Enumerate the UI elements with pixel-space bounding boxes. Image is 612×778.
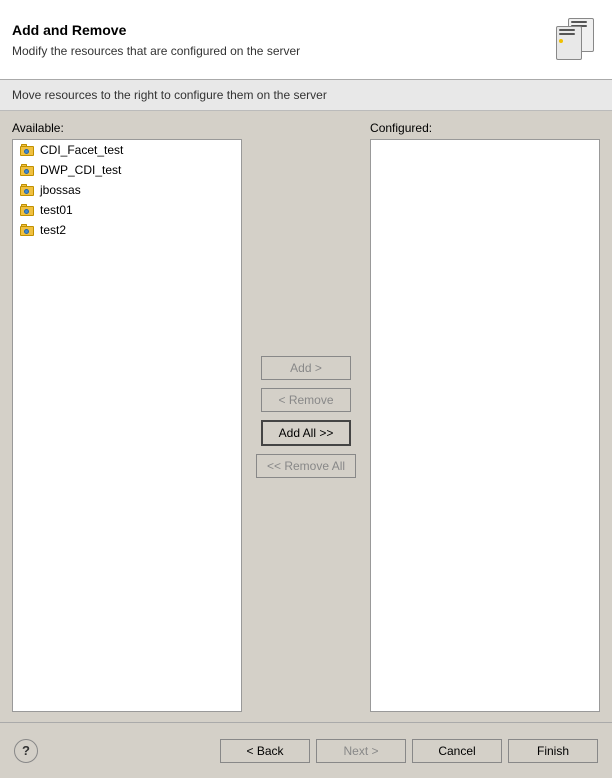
available-section: Available: CDI_Facet_test DWP_CDI_testjbo…	[12, 121, 242, 712]
server-line-3	[559, 29, 575, 31]
available-list[interactable]: CDI_Facet_test DWP_CDI_testjbossas test01 t…	[12, 139, 242, 712]
columns-area: Available: CDI_Facet_test DWP_CDI_testjbo…	[12, 121, 600, 712]
header-title: Add and Remove	[12, 22, 552, 38]
list-item-label: test2	[40, 223, 66, 237]
subheader-text: Move resources to the right to configure…	[12, 88, 327, 102]
resource-icon	[19, 162, 35, 178]
configured-list[interactable]	[370, 139, 600, 712]
remove-all-button[interactable]: << Remove All	[256, 454, 356, 478]
list-item-label: test01	[40, 203, 73, 217]
resource-icon	[19, 142, 35, 158]
available-label: Available:	[12, 121, 242, 135]
add-all-button[interactable]: Add All >>	[261, 420, 351, 446]
header-text: Add and Remove Modify the resources that…	[12, 22, 552, 58]
cancel-button[interactable]: Cancel	[412, 739, 502, 763]
list-item[interactable]: test01	[13, 200, 241, 220]
footer: ? < Back Next > Cancel Finish	[0, 722, 612, 778]
header: Add and Remove Modify the resources that…	[0, 0, 612, 80]
server-icon-group	[554, 18, 598, 62]
add-button[interactable]: Add >	[261, 356, 351, 380]
configured-label: Configured:	[370, 121, 600, 135]
list-item-label: CDI_Facet_test	[40, 143, 123, 157]
finish-button[interactable]: Finish	[508, 739, 598, 763]
resource-icon	[19, 222, 35, 238]
server-icon	[552, 16, 600, 64]
list-item[interactable]: jbossas	[13, 180, 241, 200]
main-content: Available: CDI_Facet_test DWP_CDI_testjbo…	[0, 111, 612, 722]
server-line-1	[571, 21, 587, 23]
middle-buttons: Add > < Remove Add All >> << Remove All	[242, 121, 370, 712]
list-item-label: DWP_CDI_test	[40, 163, 121, 177]
footer-left: ?	[14, 739, 38, 763]
resource-icon	[19, 182, 35, 198]
list-item-label: jbossas	[40, 183, 81, 197]
server-dot-2	[559, 39, 563, 43]
help-button[interactable]: ?	[14, 739, 38, 763]
list-item[interactable]: CDI_Facet_test	[13, 140, 241, 160]
subheader: Move resources to the right to configure…	[0, 80, 612, 111]
list-item[interactable]: DWP_CDI_test	[13, 160, 241, 180]
header-subtitle: Modify the resources that are configured…	[12, 44, 552, 58]
remove-button[interactable]: < Remove	[261, 388, 351, 412]
back-button[interactable]: < Back	[220, 739, 310, 763]
next-button[interactable]: Next >	[316, 739, 406, 763]
server-line-4	[559, 33, 575, 35]
server-icon-front	[556, 26, 582, 60]
list-item[interactable]: test2	[13, 220, 241, 240]
resource-icon	[19, 202, 35, 218]
footer-right: < Back Next > Cancel Finish	[220, 739, 598, 763]
configured-section: Configured:	[370, 121, 600, 712]
